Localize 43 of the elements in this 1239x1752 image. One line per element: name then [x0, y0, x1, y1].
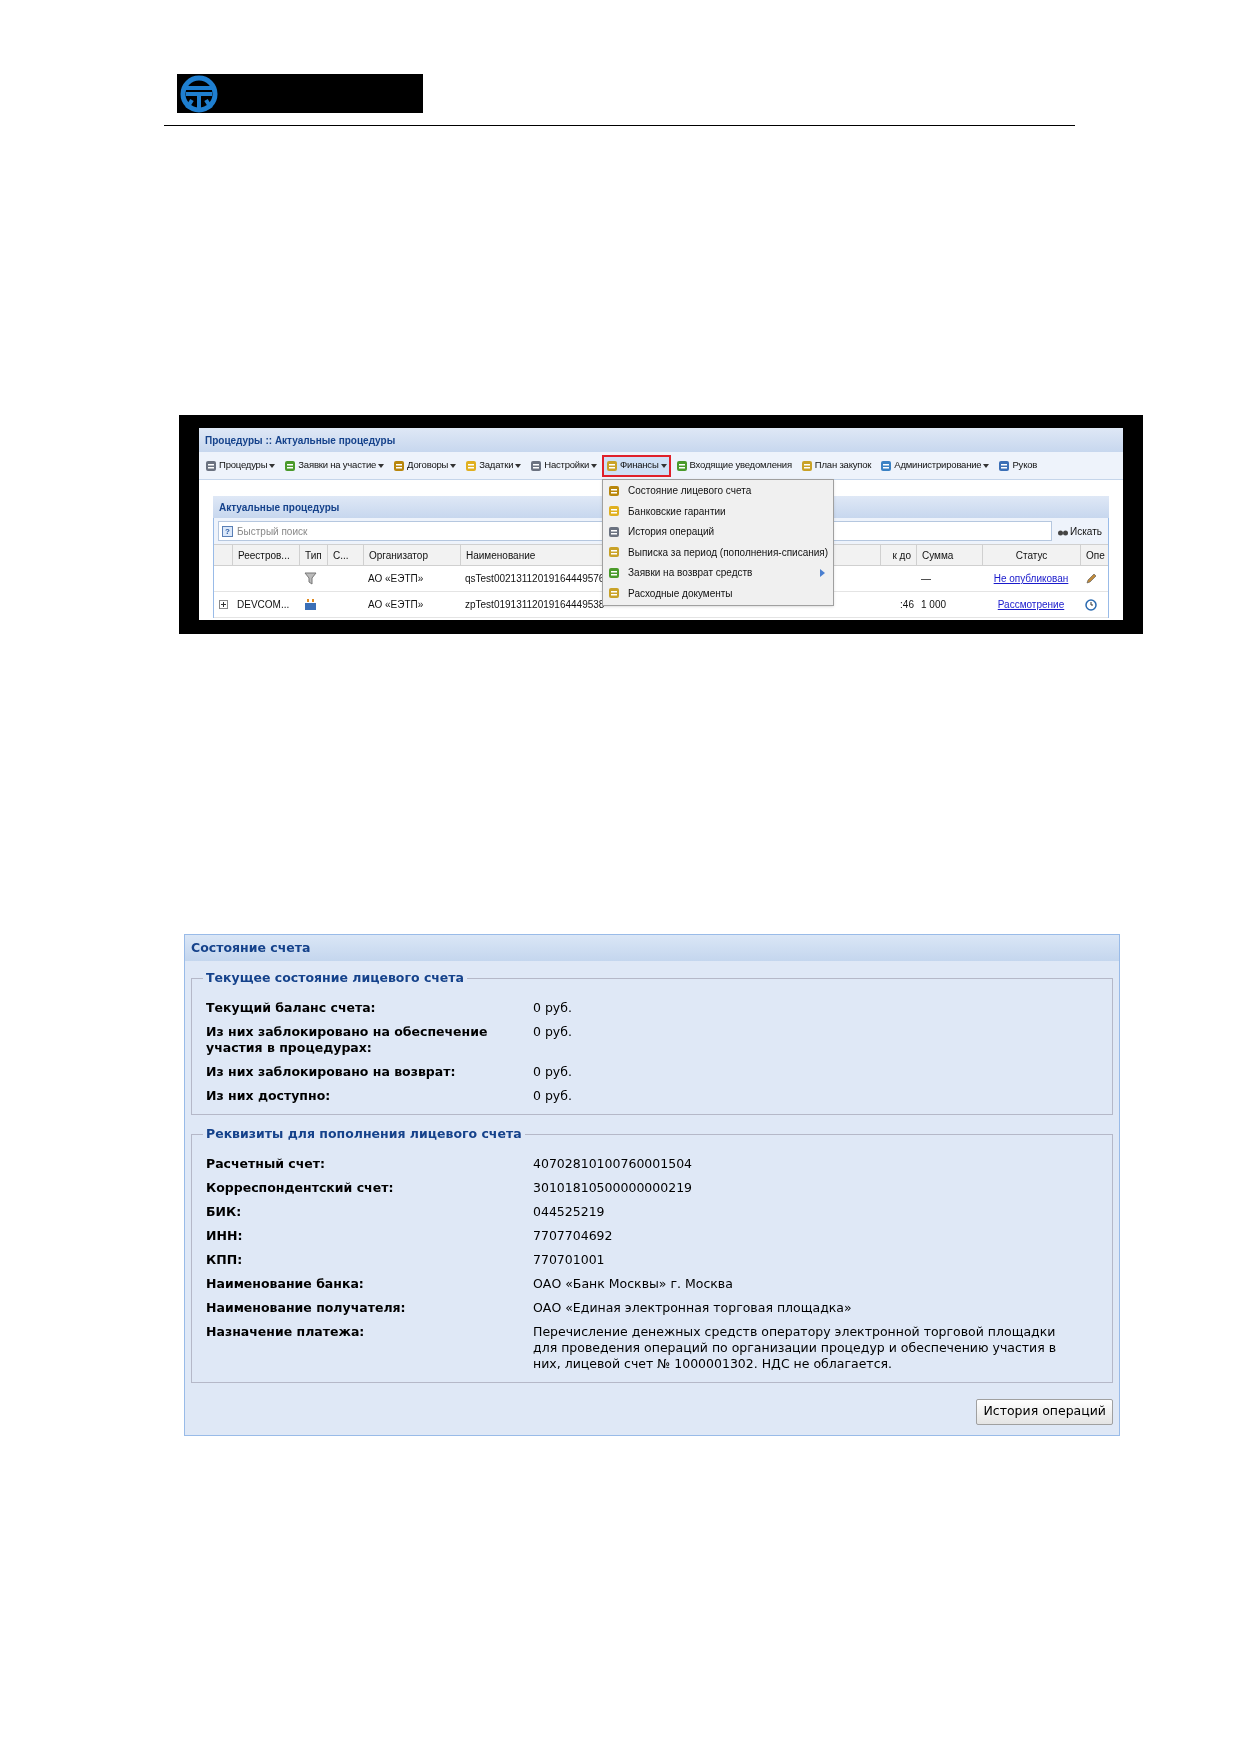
- panel-title: Состояние счета: [185, 935, 1119, 961]
- field-label: ИНН:: [206, 1227, 244, 1244]
- table-cell: —: [921, 573, 931, 584]
- menu-item-label: Состояние лицевого счета: [628, 484, 752, 499]
- field-label: Расчетный счет:: [206, 1155, 327, 1172]
- menu-item-label: Расходные документы: [628, 586, 733, 601]
- field-value: 0 руб.: [533, 999, 573, 1016]
- field-label: КПП:: [206, 1251, 244, 1268]
- field-label: Из них заблокировано на возврат:: [206, 1063, 457, 1080]
- field-label: Назначение платежа:: [206, 1323, 366, 1341]
- field-value: 40702810100760001504: [533, 1155, 694, 1172]
- field-label: Наименование банка:: [206, 1275, 365, 1292]
- table-cell: 1 000: [921, 599, 947, 610]
- table-cell: АО «ЕЭТП»: [368, 599, 424, 610]
- field-value: 7707704692: [533, 1227, 614, 1244]
- menu-item-label: Выписка за период (пополнения-списания): [628, 545, 829, 560]
- table-cell: АО «ЕЭТП»: [368, 573, 424, 584]
- menu-item-label: Заявки на возврат средств: [628, 566, 753, 581]
- field-label: Наименование получателя:: [206, 1299, 407, 1316]
- table-cell: zpTest01913112019164449538: [465, 599, 605, 610]
- field-value: 30101810500000000219: [533, 1179, 694, 1196]
- field-value: 0 руб.: [533, 1063, 573, 1080]
- field-value: ОАО «Единая электронная торговая площадка»: [533, 1299, 853, 1316]
- field-label: Текущий баланс счета:: [206, 999, 377, 1016]
- field-value: 044525219: [533, 1203, 606, 1220]
- fieldset-legend: Текущее состояние лицевого счета: [203, 969, 468, 988]
- menu-item-label: История операций: [628, 525, 715, 540]
- field-label: Корреспондентский счет:: [206, 1179, 395, 1196]
- field-value: 770701001: [533, 1251, 606, 1268]
- table-cell-text: :46: [900, 598, 914, 612]
- field-label: Из них доступно:: [206, 1087, 332, 1104]
- table-cell: DEVCOM...: [237, 599, 290, 610]
- field-value: ОАО «Банк Москвы» г. Москва: [533, 1275, 734, 1292]
- window-title: Процедуры :: Актуальные процедуры: [199, 428, 1123, 452]
- field-value: 0 руб.: [533, 1023, 573, 1041]
- help-icon: ?: [222, 525, 233, 537]
- menu-item-label: Банковские гарантии: [628, 504, 726, 519]
- field-label: БИК:: [206, 1203, 243, 1220]
- field-value: Перечисление денежных средств оператору электронной торговой площадки для проведения операций по организации процедур и обеспечению участия в них, лицевой счет № 1000001302. НДС не облагается.: [533, 1323, 1058, 1372]
- fieldset-legend: Реквизиты для пополнения лицевого счета: [203, 1124, 525, 1144]
- field-label: Из них заблокировано на обеспечение участия в процедурах:: [206, 1023, 489, 1056]
- field-value: 0 руб.: [533, 1087, 573, 1104]
- table-cell: qsTest00213112019164449576: [465, 573, 605, 584]
